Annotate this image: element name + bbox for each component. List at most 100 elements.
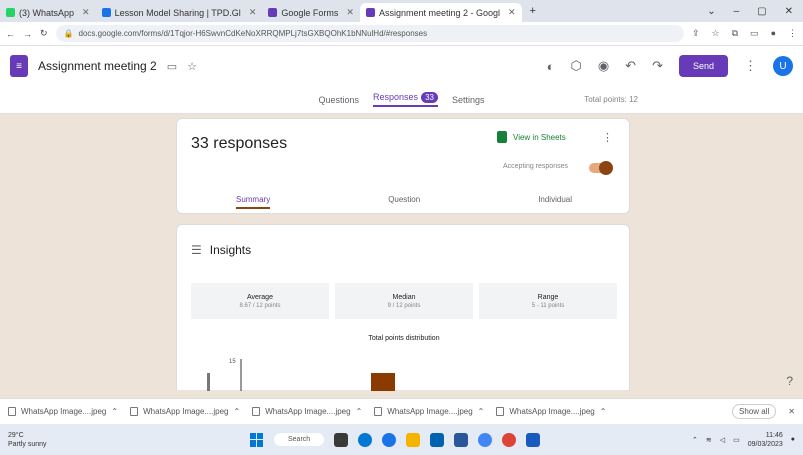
tab-responses[interactable]: Responses 33 xyxy=(373,92,438,107)
close-icon[interactable]: ✕ xyxy=(249,7,257,18)
insights-icon: ☰ xyxy=(191,243,202,257)
folder-icon[interactable]: ▭ xyxy=(167,60,177,73)
word-doc-icon[interactable] xyxy=(526,432,541,447)
forms-icon xyxy=(365,8,375,17)
addons-icon[interactable]: ⬡ xyxy=(570,58,581,74)
total-points: Total points: 12 xyxy=(584,95,638,104)
new-tab-button[interactable]: + xyxy=(522,5,544,22)
send-button[interactable]: Send xyxy=(678,55,728,77)
download-item[interactable]: WhatsApp Image....jpeg ⌃ xyxy=(496,407,606,416)
forms-icon xyxy=(268,8,278,17)
whatsapp-icon xyxy=(6,8,15,17)
extensions-icon[interactable]: ⧉ xyxy=(732,28,738,39)
menu-icon[interactable]: ⋮ xyxy=(788,28,797,39)
close-icon[interactable]: ✕ xyxy=(508,7,516,18)
chevron-up-icon[interactable]: ⌃ xyxy=(233,407,240,416)
chart-bar xyxy=(371,373,395,391)
chevron-up-icon[interactable]: ⌃ xyxy=(478,407,485,416)
address-bar-row: ← → ↻ 🔒 docs.google.com/forms/d/1Tqjor-H… xyxy=(0,22,803,46)
forward-icon[interactable]: → xyxy=(23,29,32,39)
star-icon[interactable]: ☆ xyxy=(187,60,197,73)
undo-icon[interactable]: ↶ xyxy=(625,58,636,74)
task-view-icon[interactable] xyxy=(334,432,349,447)
chrome-icon[interactable] xyxy=(382,432,397,447)
back-icon[interactable]: ← xyxy=(6,29,15,39)
form-header: ≡ Assignment meeting 2 ▭ ☆ ◐ ⬡ ◉ ↶ ↷ Sen… xyxy=(0,46,803,86)
tab-summary[interactable]: Summary xyxy=(235,195,271,209)
clock[interactable]: 11:46 09/03/2023 xyxy=(748,431,783,449)
stat-range: Range 5 - 11 points xyxy=(479,283,617,319)
tab-question[interactable]: Question xyxy=(388,195,420,209)
redo-icon[interactable]: ↷ xyxy=(652,58,663,74)
windows-taskbar: 29°C Partly sunny Search ⌃ ≋ ◁ ▭ 11:46 0… xyxy=(0,424,803,455)
chevron-up-icon[interactable]: ⌃ xyxy=(356,407,363,416)
store-icon[interactable] xyxy=(430,432,445,447)
google-forms-icon[interactable]: ≡ xyxy=(10,55,28,77)
avatar[interactable]: U xyxy=(773,56,793,76)
file-icon xyxy=(496,407,505,416)
minimize-button[interactable]: – xyxy=(734,6,740,17)
close-icon[interactable]: ✕ xyxy=(82,7,90,18)
chevron-up-icon[interactable]: ⌃ xyxy=(692,436,698,444)
close-window-button[interactable]: ✕ xyxy=(785,6,793,17)
wifi-icon[interactable]: ≋ xyxy=(706,436,712,444)
reload-icon[interactable]: ↻ xyxy=(40,28,48,39)
download-item[interactable]: WhatsApp Image....jpeg ⌃ xyxy=(130,407,240,416)
responses-title: 33 responses xyxy=(191,135,288,152)
profile-icon[interactable]: ● xyxy=(771,28,776,39)
browser-tab-whatsapp[interactable]: (3) WhatsApp ✕ xyxy=(0,3,96,22)
sheets-icon xyxy=(497,131,507,143)
tab-questions[interactable]: Questions xyxy=(319,95,360,105)
tab-individual[interactable]: Individual xyxy=(538,195,572,209)
stat-median: Median 9 / 12 points xyxy=(335,283,473,319)
customize-theme-icon[interactable]: ◐ xyxy=(547,59,555,74)
word-icon[interactable] xyxy=(454,432,469,447)
help-icon[interactable]: ? xyxy=(786,374,793,388)
form-title[interactable]: Assignment meeting 2 xyxy=(38,59,157,73)
url-input[interactable]: 🔒 docs.google.com/forms/d/1Tqjor-H6SwvnC… xyxy=(55,25,684,42)
accepting-responses-label: Accepting responses xyxy=(503,163,568,170)
tab-settings[interactable]: Settings xyxy=(452,95,485,105)
show-all-button[interactable]: Show all xyxy=(732,404,777,419)
close-icon[interactable]: ✕ xyxy=(788,407,795,416)
weather-widget[interactable]: 29°C Partly sunny xyxy=(8,431,47,449)
battery-icon[interactable]: ▭ xyxy=(733,436,740,444)
view-in-sheets-button[interactable]: View in Sheets xyxy=(497,131,566,143)
y-axis-tick: 15 xyxy=(229,359,236,365)
edge-icon[interactable] xyxy=(358,432,373,447)
chevron-up-icon[interactable]: ⌃ xyxy=(600,407,607,416)
file-icon xyxy=(8,407,16,416)
share-icon[interactable]: ⇪ xyxy=(692,28,700,39)
distribution-chart: 15 xyxy=(207,359,395,391)
browser-tab-google-forms[interactable]: Google Forms ✕ xyxy=(262,3,360,22)
file-icon xyxy=(130,407,139,416)
stats-row: Average 8.67 / 12 points Median 9 / 12 p… xyxy=(191,283,617,319)
star-icon[interactable]: ☆ xyxy=(712,28,720,39)
stat-average: Average 8.67 / 12 points xyxy=(191,283,329,319)
browser-tab-lesson[interactable]: Lesson Model Sharing | TPD.Gl ✕ xyxy=(96,3,263,22)
browser-tab-assignment[interactable]: Assignment meeting 2 - Googl ✕ xyxy=(359,3,522,22)
download-item[interactable]: WhatsApp Image....jpeg ⌃ xyxy=(252,407,362,416)
responses-card: 33 responses View in Sheets ⋮ Accepting … xyxy=(176,118,630,214)
notification-icon[interactable]: ● xyxy=(791,436,795,443)
more-icon[interactable]: ⋮ xyxy=(744,58,757,74)
more-icon[interactable]: ⋮ xyxy=(602,131,613,144)
volume-icon[interactable]: ◁ xyxy=(720,436,725,444)
browser-tab-bar: (3) WhatsApp ✕ Lesson Model Sharing | TP… xyxy=(0,0,803,22)
maximize-button[interactable]: ▢ xyxy=(757,6,766,17)
app-icon[interactable] xyxy=(502,432,517,447)
preview-icon[interactable]: ◉ xyxy=(598,58,609,74)
chevron-down-icon[interactable]: ⌄ xyxy=(707,6,715,17)
chrome-profile-icon[interactable] xyxy=(478,432,493,447)
download-item[interactable]: WhatsApp Image....jpeg ⌃ xyxy=(8,407,118,416)
sidebar-icon[interactable]: ▭ xyxy=(750,28,759,39)
download-item[interactable]: WhatsApp Image....jpeg ⌃ xyxy=(374,407,484,416)
chevron-up-icon[interactable]: ⌃ xyxy=(111,407,118,416)
close-icon[interactable]: ✕ xyxy=(346,7,354,18)
accepting-responses-toggle[interactable] xyxy=(589,161,613,175)
file-icon xyxy=(374,407,383,416)
taskbar-search[interactable]: Search xyxy=(274,433,325,446)
file-explorer-icon[interactable] xyxy=(406,432,421,447)
windows-start-icon[interactable] xyxy=(250,432,264,447)
system-tray: ⌃ ≋ ◁ ▭ 11:46 09/03/2023 ● xyxy=(692,431,795,449)
